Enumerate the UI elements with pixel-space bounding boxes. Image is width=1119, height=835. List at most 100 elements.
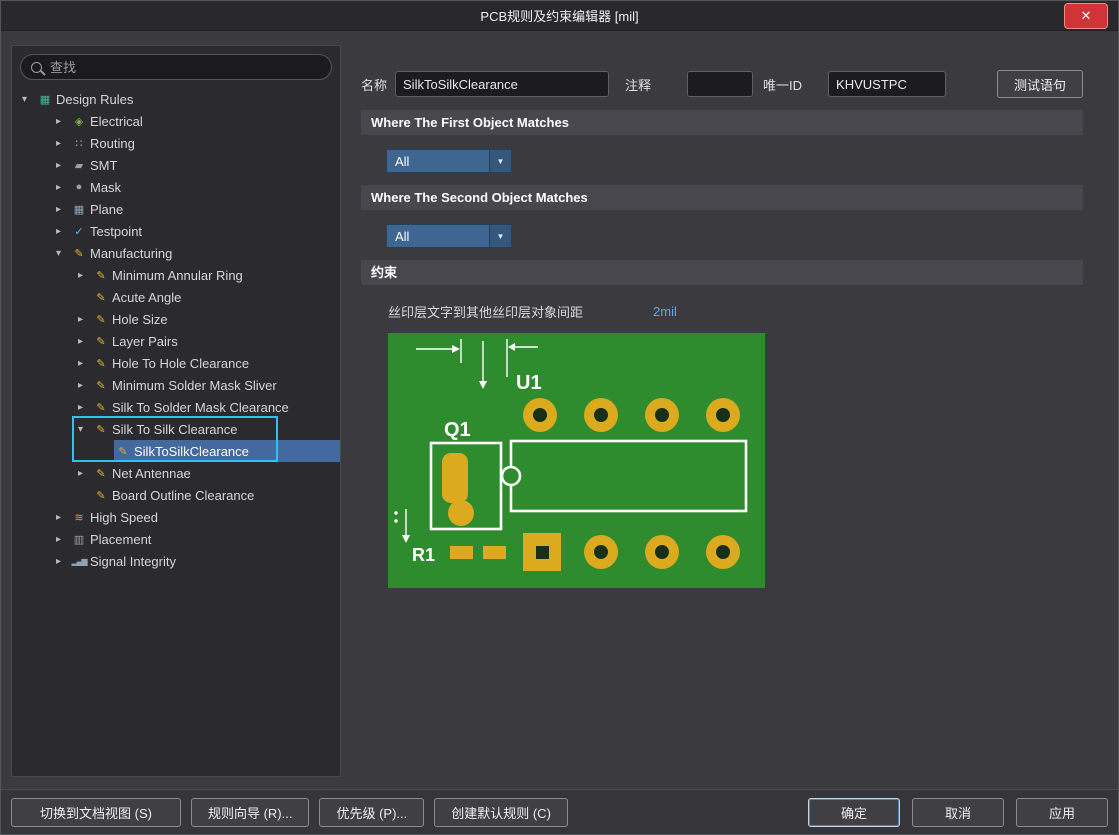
tree-item-hole-to-hole-clearance[interactable]: ▸ ✎ Hole To Hole Clearance: [12, 352, 340, 374]
ok-button[interactable]: 确定: [808, 798, 900, 827]
tree-item-design-rules[interactable]: ▾ ▦ Design Rules: [12, 88, 340, 110]
tree-item-minimum-solder-mask-sliver[interactable]: ▸ ✎ Minimum Solder Mask Sliver: [12, 374, 340, 396]
electrical-icon: ◈: [70, 115, 88, 128]
tree-item-board-outline-clearance[interactable]: ✎ Board Outline Clearance: [12, 484, 340, 506]
dialog-footer: 切换到文档视图 (S) 规则向导 (R)... 优先级 (P)... 创建默认规…: [1, 789, 1118, 834]
tree-item-signal-integrity[interactable]: ▸ ▂▄▆ Signal Integrity: [12, 550, 340, 572]
chevron-right-icon[interactable]: ▸: [56, 512, 70, 523]
tree-item-label: Mask: [90, 180, 121, 195]
pcb-preview: U1 Q1 R1: [388, 333, 765, 588]
chevron-right-icon[interactable]: ▸: [56, 226, 70, 237]
tree-item-label: SilkToSilkClearance: [134, 444, 249, 459]
silk-clearance-value[interactable]: 2mil: [653, 304, 677, 319]
tree-item-testpoint[interactable]: ▸ ✓ Testpoint: [12, 220, 340, 242]
smt-icon: ▰: [70, 159, 88, 172]
create-default-rules-button[interactable]: 创建默认规则 (C): [434, 798, 568, 827]
unique-id-input[interactable]: [828, 71, 946, 97]
tree-item-label: Plane: [90, 202, 123, 217]
tree-item-label: Board Outline Clearance: [112, 488, 254, 503]
rule-icon: ✎: [92, 423, 110, 436]
second-object-scope-select[interactable]: All ▼: [386, 224, 512, 248]
tree-item-label: High Speed: [90, 510, 158, 525]
footer-left-buttons: 切换到文档视图 (S) 规则向导 (R)... 优先级 (P)... 创建默认规…: [11, 798, 568, 827]
tree-item-electrical[interactable]: ▸ ◈ Electrical: [12, 110, 340, 132]
search-box[interactable]: [20, 54, 332, 80]
cancel-button[interactable]: 取消: [912, 798, 1004, 827]
tree-item-manufacturing[interactable]: ▾ ✎ Manufacturing: [12, 242, 340, 264]
chevron-down-icon[interactable]: ▾: [56, 248, 70, 259]
tree-item-placement[interactable]: ▸ ▥ Placement: [12, 528, 340, 550]
tree-item-layer-pairs[interactable]: ▸ ✎ Layer Pairs: [12, 330, 340, 352]
tree-item-label: Net Antennae: [112, 466, 191, 481]
design-rules-icon: ▦: [36, 93, 54, 106]
chevron-right-icon[interactable]: ▸: [56, 138, 70, 149]
chevron-right-icon[interactable]: ▸: [78, 468, 92, 479]
chevron-right-icon[interactable]: ▸: [78, 314, 92, 325]
chevron-right-icon[interactable]: ▸: [56, 182, 70, 193]
rule-name-input[interactable]: [395, 71, 609, 97]
chevron-right-icon[interactable]: ▸: [56, 160, 70, 171]
rule-icon: ✎: [92, 291, 110, 304]
tree-item-acute-angle[interactable]: ✎ Acute Angle: [12, 286, 340, 308]
tree-item-label: Minimum Solder Mask Sliver: [112, 378, 277, 393]
tree-item-high-speed[interactable]: ▸ ≋ High Speed: [12, 506, 340, 528]
selected-scope-value: All: [387, 150, 489, 172]
chevron-right-icon[interactable]: ▸: [78, 358, 92, 369]
rule-detail-panel: 名称 注释 唯一ID 测试语句 Where The First Object M…: [361, 45, 1083, 588]
switch-to-document-view-button[interactable]: 切换到文档视图 (S): [11, 798, 181, 827]
selection-highlight: ✎ SilkToSilkClearance: [114, 440, 340, 462]
tree-item-smt[interactable]: ▸ ▰ SMT: [12, 154, 340, 176]
window-title: PCB规则及约束编辑器 [mil]: [480, 6, 638, 25]
ic-notch: [502, 467, 520, 485]
chevron-right-icon[interactable]: ▸: [78, 270, 92, 281]
tree-item-label: Routing: [90, 136, 135, 151]
tree-item-silktosilkclearance-rule[interactable]: ✎ SilkToSilkClearance: [12, 440, 340, 462]
close-button[interactable]: ✕: [1064, 3, 1108, 29]
first-object-scope-select[interactable]: All ▼: [386, 149, 512, 173]
tree-item-mask[interactable]: ▸ ● Mask: [12, 176, 340, 198]
tree-item-label: Silk To Solder Mask Clearance: [112, 400, 289, 415]
tree-item-label: Placement: [90, 532, 151, 547]
rule-icon: ✎: [92, 467, 110, 480]
pcb-rules-editor-dialog: PCB规则及约束编辑器 [mil] ✕ ▾ ▦ Design Rules ▸ ◈…: [0, 0, 1119, 835]
tree-item-label: Hole Size: [112, 312, 168, 327]
chevron-down-icon[interactable]: ▾: [22, 94, 36, 105]
comment-label: 注释: [625, 75, 651, 94]
apply-button[interactable]: 应用: [1016, 798, 1108, 827]
priorities-button[interactable]: 优先级 (P)...: [319, 798, 424, 827]
signal-integrity-icon: ▂▄▆: [70, 557, 88, 566]
tree-item-label: Layer Pairs: [112, 334, 178, 349]
tree-item-net-antennae[interactable]: ▸ ✎ Net Antennae: [12, 462, 340, 484]
unique-id-label: 唯一ID: [763, 75, 802, 94]
tree-item-minimum-annular-ring[interactable]: ▸ ✎ Minimum Annular Ring: [12, 264, 340, 286]
test-query-button[interactable]: 测试语句: [997, 70, 1083, 98]
tree-item-label: Acute Angle: [112, 290, 181, 305]
chevron-right-icon[interactable]: ▸: [56, 204, 70, 215]
tree-item-routing[interactable]: ▸ ∷ Routing: [12, 132, 340, 154]
chevron-right-icon[interactable]: ▸: [78, 402, 92, 413]
rule-icon: ✎: [92, 335, 110, 348]
tree-item-silk-to-solder-mask-clearance[interactable]: ▸ ✎ Silk To Solder Mask Clearance: [12, 396, 340, 418]
tree-item-label: SMT: [90, 158, 117, 173]
chevron-down-icon[interactable]: ▼: [489, 225, 511, 247]
tree-item-hole-size[interactable]: ▸ ✎ Hole Size: [12, 308, 340, 330]
close-icon: ✕: [1081, 8, 1092, 24]
search-input[interactable]: [50, 60, 321, 75]
comment-input[interactable]: [687, 71, 753, 97]
chevron-right-icon[interactable]: ▸: [78, 380, 92, 391]
chevron-right-icon[interactable]: ▸: [56, 534, 70, 545]
rule-icon: ✎: [92, 379, 110, 392]
rule-icon: ✎: [114, 445, 132, 458]
chevron-right-icon[interactable]: ▸: [78, 336, 92, 347]
chevron-down-icon[interactable]: ▾: [78, 424, 92, 435]
chevron-down-icon[interactable]: ▼: [489, 150, 511, 172]
rule-wizard-button[interactable]: 规则向导 (R)...: [191, 798, 310, 827]
chevron-right-icon[interactable]: ▸: [56, 116, 70, 127]
mask-icon: ●: [70, 181, 88, 193]
constraint-row: 丝印层文字到其他丝印层对象间距 2mil: [388, 302, 1083, 321]
rules-tree-panel: ▾ ▦ Design Rules ▸ ◈ Electrical ▸ ∷ Rout…: [11, 45, 341, 777]
tree-item-silk-to-silk-clearance[interactable]: ▾ ✎ Silk To Silk Clearance: [12, 418, 340, 440]
titlebar: PCB规则及约束编辑器 [mil] ✕: [1, 1, 1118, 31]
chevron-right-icon[interactable]: ▸: [56, 556, 70, 567]
tree-item-plane[interactable]: ▸ ▦ Plane: [12, 198, 340, 220]
